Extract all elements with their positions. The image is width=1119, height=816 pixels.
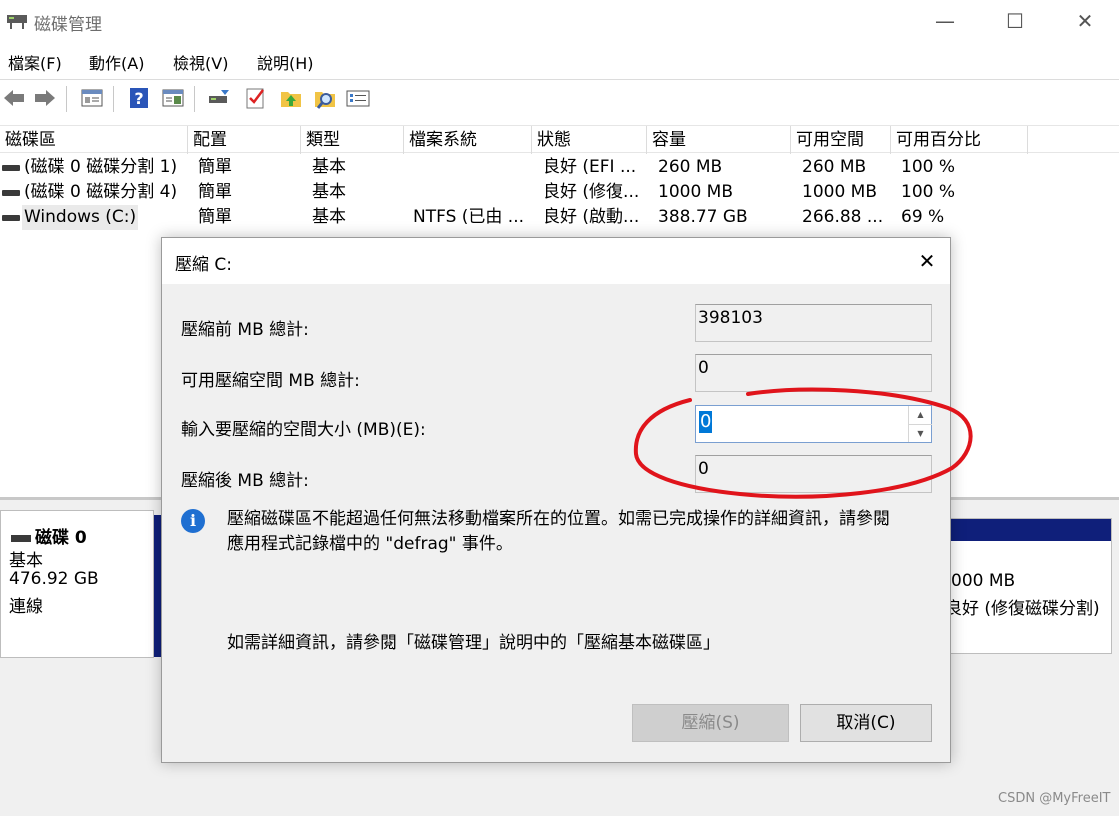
maximize-button[interactable]: ☐ bbox=[1000, 8, 1030, 34]
panel-view-icon[interactable] bbox=[161, 86, 185, 110]
volume-icon bbox=[2, 165, 20, 171]
info-message-line-1: 壓縮磁碟區不能超過任何無法移動檔案所在的位置。如需已完成操作的詳細資訊，請參閱 bbox=[227, 509, 890, 529]
toolbar-separator bbox=[66, 86, 67, 112]
forward-arrow-icon[interactable] bbox=[33, 86, 57, 110]
help-icon[interactable]: ? bbox=[127, 86, 151, 110]
disk-0-panel[interactable]: 磁碟 0 基本 476.92 GB 連線 bbox=[0, 510, 154, 658]
minimize-button[interactable]: — bbox=[930, 8, 960, 34]
column-volume[interactable]: 磁碟區 bbox=[0, 126, 188, 154]
table-row[interactable]: (磁碟 0 磁碟分割 4) 簡單 基本 良好 (修復... 1000 MB 10… bbox=[0, 180, 1119, 205]
toolbar-separator bbox=[113, 86, 114, 112]
menu-file[interactable]: 檔案(F) bbox=[8, 50, 62, 74]
cell-layout: 簡單 bbox=[198, 207, 232, 227]
info-message: 壓縮磁碟區不能超過任何無法移動檔案所在的位置。如需已完成操作的詳細資訊，請參閱 … bbox=[227, 507, 937, 557]
column-layout[interactable]: 配置 bbox=[188, 126, 301, 154]
column-type[interactable]: 類型 bbox=[301, 126, 404, 154]
cell-free-space: 260 MB bbox=[802, 157, 867, 177]
cell-type: 基本 bbox=[312, 207, 346, 227]
disk-icon bbox=[11, 534, 31, 542]
cell-capacity: 260 MB bbox=[658, 157, 723, 177]
connect-icon[interactable] bbox=[207, 86, 231, 110]
dialog-close-button[interactable]: ✕ bbox=[912, 248, 942, 274]
column-free-space[interactable]: 可用空間 bbox=[791, 126, 891, 154]
red-circle-annotation bbox=[633, 387, 973, 499]
partition-status: 良好 (修復磁碟分割) bbox=[945, 599, 1100, 619]
cell-capacity: 388.77 GB bbox=[658, 207, 748, 227]
cell-status: 良好 (啟動... bbox=[543, 207, 640, 227]
disk-size: 476.92 GB bbox=[9, 569, 99, 589]
recovery-partition-panel[interactable]: 000 MB 良好 (修復磁碟分割) bbox=[940, 518, 1112, 654]
table-row[interactable]: (磁碟 0 磁碟分割 1) 簡單 基本 良好 (EFI ... 260 MB 2… bbox=[0, 155, 1119, 180]
disk-list-icon[interactable] bbox=[80, 86, 104, 110]
cell-volume: Windows (C:) bbox=[22, 205, 138, 230]
disk-label: 磁碟 0 bbox=[11, 523, 87, 548]
disk-status: 連線 bbox=[9, 597, 43, 617]
cell-free-space: 1000 MB bbox=[802, 182, 877, 202]
shrink-button[interactable]: 壓縮(S) bbox=[632, 704, 789, 742]
dialog-title-bar: 壓縮 C: ✕ bbox=[162, 238, 950, 284]
watermark: CSDN @MyFreeIT bbox=[998, 791, 1111, 806]
up-arrow-icon[interactable] bbox=[279, 86, 303, 110]
column-capacity[interactable]: 容量 bbox=[647, 126, 791, 154]
volume-list-header: 磁碟區 配置 類型 檔案系統 狀態 容量 可用空間 可用百分比 bbox=[0, 125, 1119, 154]
total-after-label: 壓縮後 MB 總計: bbox=[181, 471, 309, 491]
menu-view[interactable]: 檢視(V) bbox=[173, 50, 228, 74]
disk-management-icon bbox=[7, 15, 27, 29]
shrink-amount-label: 輸入要壓縮的空間大小 (MB)(E): bbox=[181, 420, 426, 440]
cell-type: 基本 bbox=[312, 157, 346, 177]
cell-filesystem bbox=[413, 180, 531, 205]
disk-type: 基本 bbox=[9, 551, 43, 571]
cell-capacity: 1000 MB bbox=[658, 182, 733, 202]
volume-icon bbox=[2, 190, 20, 196]
checklist-icon[interactable] bbox=[244, 86, 268, 110]
total-before-label: 壓縮前 MB 總計: bbox=[181, 320, 309, 340]
window-title: 磁碟管理 bbox=[34, 15, 102, 35]
table-row[interactable]: Windows (C:) 簡單 基本 NTFS (已由 ... 良好 (啟動..… bbox=[0, 205, 1119, 230]
close-button[interactable]: ✕ bbox=[1070, 8, 1100, 34]
partition-size: 000 MB bbox=[951, 571, 1016, 591]
cell-free-space: 266.88 ... bbox=[802, 207, 884, 227]
title-bar: 磁碟管理 — ☐ ✕ bbox=[0, 0, 1119, 42]
cell-status: 良好 (修復... bbox=[543, 182, 640, 202]
back-arrow-icon[interactable] bbox=[2, 86, 26, 110]
cell-filesystem: NTFS (已由 ... bbox=[413, 207, 525, 227]
available-space-label: 可用壓縮空間 MB 總計: bbox=[181, 371, 360, 391]
disk-name: 磁碟 0 bbox=[35, 528, 87, 548]
info-icon: i bbox=[181, 509, 205, 533]
toolbar: ? bbox=[0, 82, 1119, 114]
cell-percent-free: 100 % bbox=[901, 182, 956, 202]
cell-volume: (磁碟 0 磁碟分割 4) bbox=[24, 182, 178, 202]
menu-help[interactable]: 說明(H) bbox=[257, 50, 314, 74]
cell-filesystem bbox=[413, 155, 531, 180]
cell-volume: (磁碟 0 磁碟分割 1) bbox=[24, 157, 178, 177]
volume-icon bbox=[2, 215, 20, 221]
cell-percent-free: 69 % bbox=[901, 207, 945, 227]
menu-divider bbox=[0, 79, 1119, 80]
cell-status: 良好 (EFI ... bbox=[543, 157, 637, 177]
toolbar-separator bbox=[194, 86, 195, 112]
cancel-button[interactable]: 取消(C) bbox=[800, 704, 932, 742]
total-before-field: 398103 bbox=[695, 304, 932, 342]
help-link-text: 如需詳細資訊，請參閱「磁碟管理」說明中的「壓縮基本磁碟區」 bbox=[227, 633, 720, 653]
column-percent-free[interactable]: 可用百分比 bbox=[891, 126, 1028, 154]
dialog-title: 壓縮 C: bbox=[175, 255, 233, 275]
cell-layout: 簡單 bbox=[198, 157, 232, 177]
cell-layout: 簡單 bbox=[198, 182, 232, 202]
svg-text:?: ? bbox=[134, 89, 143, 108]
partition-header-bar bbox=[941, 519, 1111, 541]
menu-action[interactable]: 動作(A) bbox=[89, 50, 144, 74]
properties-icon[interactable] bbox=[346, 86, 370, 110]
cell-type: 基本 bbox=[312, 182, 346, 202]
cell-percent-free: 100 % bbox=[901, 157, 956, 177]
column-status[interactable]: 狀態 bbox=[532, 126, 647, 154]
column-filesystem[interactable]: 檔案系統 bbox=[404, 126, 532, 154]
info-message-line-2: 應用程式記錄檔中的 "defrag" 事件。 bbox=[227, 534, 513, 554]
menu-bar: 檔案(F) 動作(A) 檢視(V) 說明(H) bbox=[0, 45, 1119, 77]
search-icon[interactable] bbox=[313, 86, 337, 110]
